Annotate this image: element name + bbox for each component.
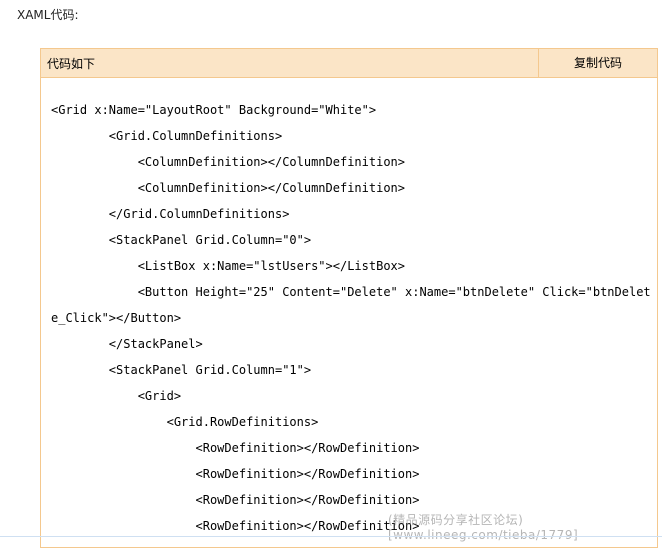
code-line: <ColumnDefinition></ColumnDefinition> <box>51 181 406 195</box>
code-title: 代码如下 <box>47 57 96 71</box>
section-label: XAML代码: <box>17 8 79 22</box>
code-line: <RowDefinition></RowDefinition> <box>51 493 420 507</box>
code-line: <StackPanel Grid.Column="0"> <box>51 233 312 247</box>
code-line: <ListBox x:Name="lstUsers"></ListBox> <box>51 259 406 273</box>
divider <box>0 536 662 537</box>
code-line: <RowDefinition></RowDefinition> <box>51 467 420 481</box>
copy-code-button[interactable]: 复制代码 <box>538 49 657 77</box>
code-lines: <Grid x:Name="LayoutRoot" Background="Wh… <box>51 97 651 539</box>
code-line: <Grid> <box>51 389 182 403</box>
code-line: <Grid.ColumnDefinitions> <box>51 129 283 143</box>
code-line: </Grid.ColumnDefinitions> <box>51 207 290 221</box>
watermark-text: (精品源码分享社区论坛)[www.lineeg.com/tieba/1779] <box>388 513 579 542</box>
code-line: <StackPanel Grid.Column="1"> <box>51 363 312 377</box>
code-line: <Button Height="25" Content="Delete" x:N… <box>51 285 651 299</box>
code-line: e_Click"></Button> <box>51 311 182 325</box>
code-block: 代码如下 复制代码 <Grid x:Name="LayoutRoot" Back… <box>40 48 658 548</box>
code-header: 代码如下 复制代码 <box>41 49 657 78</box>
code-line: <Grid.RowDefinitions> <box>51 415 319 429</box>
code-line: </StackPanel> <box>51 337 203 351</box>
code-line: <ColumnDefinition></ColumnDefinition> <box>51 155 406 169</box>
code-line: <Grid x:Name="LayoutRoot" Background="Wh… <box>51 103 377 117</box>
code-line: <RowDefinition></RowDefinition> <box>51 441 420 455</box>
